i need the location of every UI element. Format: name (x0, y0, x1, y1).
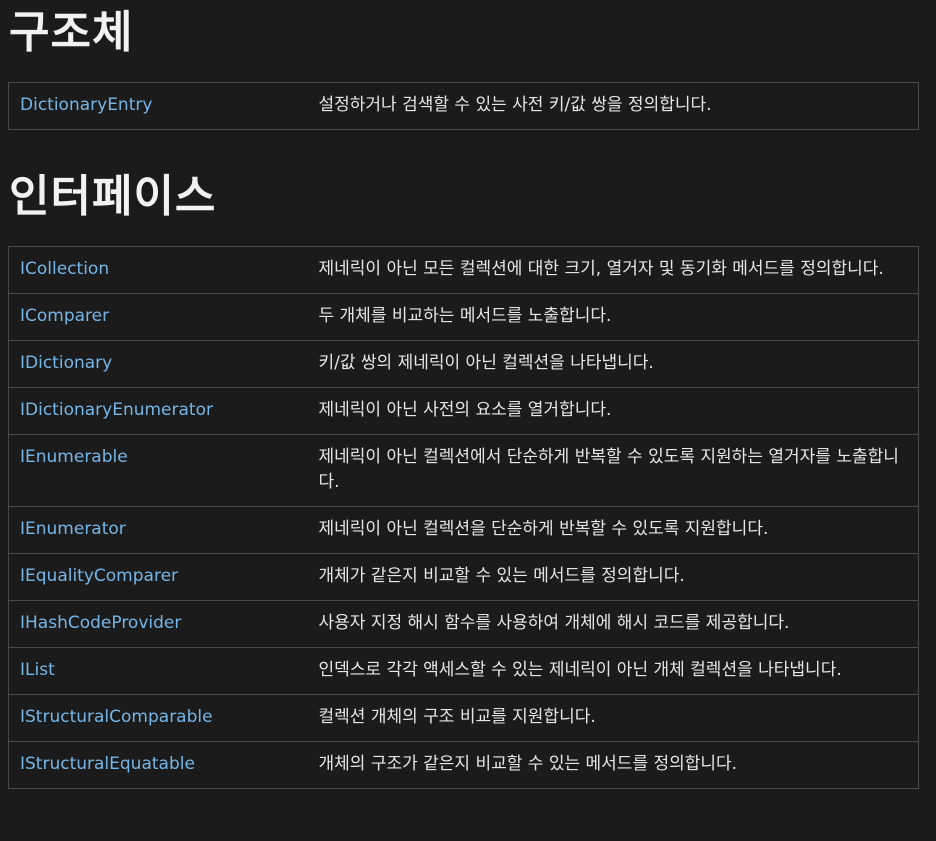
type-description-cell: 키/값 쌍의 제네릭이 아닌 컬렉션을 나타냅니다. (307, 340, 919, 388)
table-row: DictionaryEntry 설정하거나 검색할 수 있는 사전 키/값 쌍을… (8, 82, 919, 130)
type-name-cell: IHashCodeProvider (8, 600, 308, 648)
type-name-cell: IStructuralEquatable (8, 741, 308, 789)
type-link-ienumerator[interactable]: IEnumerator (20, 519, 126, 539)
type-description: 두 개체를 비교하는 메서드를 노출합니다. (318, 306, 612, 326)
type-link-icomparer[interactable]: IComparer (20, 306, 109, 326)
type-description: 개체가 같은지 비교할 수 있는 메서드를 정의합니다. (318, 566, 685, 586)
table-row: IStructuralComparable 컬렉션 개체의 구조 비교를 지원합… (8, 694, 919, 742)
type-link-ilist[interactable]: IList (20, 660, 55, 680)
table-row: IStructuralEquatable 개체의 구조가 같은지 비교할 수 있… (8, 741, 919, 789)
table-row: IEnumerable 제네릭이 아닌 컬렉션에서 단순하게 반복할 수 있도록… (8, 434, 919, 507)
type-description: 제네릭이 아닌 컬렉션에서 단순하게 반복할 수 있도록 지원하는 열거자를 노… (318, 447, 899, 492)
type-name-cell: IComparer (8, 293, 308, 341)
type-description: 제네릭이 아닌 사전의 요소를 열거합니다. (318, 400, 612, 420)
table-row: IEnumerator 제네릭이 아닌 컬렉션을 단순하게 반복할 수 있도록 … (8, 506, 919, 554)
type-link-istructuralequatable[interactable]: IStructuralEquatable (20, 754, 195, 774)
type-name-cell: IEnumerable (8, 434, 308, 507)
type-name-cell: ICollection (8, 246, 308, 294)
type-link-ihashcodeprovider[interactable]: IHashCodeProvider (20, 613, 181, 633)
type-link-idictionary[interactable]: IDictionary (20, 353, 112, 373)
type-description-cell: 인덱스로 각각 액세스할 수 있는 제네릭이 아닌 개체 컬렉션을 나타냅니다. (307, 647, 919, 695)
table-row: IDictionary 키/값 쌍의 제네릭이 아닌 컬렉션을 나타냅니다. (8, 340, 919, 388)
type-description-cell: 제네릭이 아닌 컬렉션에서 단순하게 반복할 수 있도록 지원하는 열거자를 노… (307, 434, 919, 507)
type-link-dictionaryentry[interactable]: DictionaryEntry (20, 95, 152, 115)
type-name-cell: IEqualityComparer (8, 553, 308, 601)
type-link-istructuralcomparable[interactable]: IStructuralComparable (20, 707, 213, 727)
type-name-cell: IDictionary (8, 340, 308, 388)
table-row: IComparer 두 개체를 비교하는 메서드를 노출합니다. (8, 293, 919, 341)
type-description: 컬렉션 개체의 구조 비교를 지원합니다. (318, 707, 596, 727)
type-description-cell: 두 개체를 비교하는 메서드를 노출합니다. (307, 293, 919, 341)
type-description-cell: 개체의 구조가 같은지 비교할 수 있는 메서드를 정의합니다. (307, 741, 919, 789)
type-description-cell: 제네릭이 아닌 사전의 요소를 열거합니다. (307, 387, 919, 435)
type-name-cell: IStructuralComparable (8, 694, 308, 742)
type-description: 키/값 쌍의 제네릭이 아닌 컬렉션을 나타냅니다. (318, 353, 654, 373)
type-link-ienumerable[interactable]: IEnumerable (20, 447, 128, 467)
type-description: 제네릭이 아닌 컬렉션을 단순하게 반복할 수 있도록 지원합니다. (318, 519, 769, 539)
type-name-cell: IEnumerator (8, 506, 308, 554)
type-description: 제네릭이 아닌 모든 컬렉션에 대한 크기, 열거자 및 동기화 메서드를 정의… (318, 259, 884, 279)
table-row: IDictionaryEnumerator 제네릭이 아닌 사전의 요소를 열거… (8, 387, 919, 435)
table-row: IEqualityComparer 개체가 같은지 비교할 수 있는 메서드를 … (8, 553, 919, 601)
structs-heading: 구조체 (9, 7, 134, 58)
type-description: 사용자 지정 해시 함수를 사용하여 개체에 해시 코드를 제공합니다. (318, 613, 790, 633)
type-name-cell: IDictionaryEnumerator (8, 387, 308, 435)
type-link-idictionaryenumerator[interactable]: IDictionaryEnumerator (20, 400, 213, 420)
structs-table: DictionaryEntry 설정하거나 검색할 수 있는 사전 키/값 쌍을… (8, 82, 919, 130)
type-name-cell: DictionaryEntry (8, 82, 308, 130)
table-row: IList 인덱스로 각각 액세스할 수 있는 제네릭이 아닌 개체 컬렉션을 … (8, 647, 919, 695)
type-description-cell: 사용자 지정 해시 함수를 사용하여 개체에 해시 코드를 제공합니다. (307, 600, 919, 648)
type-description-cell: 제네릭이 아닌 컬렉션을 단순하게 반복할 수 있도록 지원합니다. (307, 506, 919, 554)
type-description-cell: 제네릭이 아닌 모든 컬렉션에 대한 크기, 열거자 및 동기화 메서드를 정의… (307, 246, 919, 294)
table-row: ICollection 제네릭이 아닌 모든 컬렉션에 대한 크기, 열거자 및… (8, 246, 919, 294)
type-description: 인덱스로 각각 액세스할 수 있는 제네릭이 아닌 개체 컬렉션을 나타냅니다. (318, 660, 842, 680)
type-description: 개체의 구조가 같은지 비교할 수 있는 메서드를 정의합니다. (318, 754, 738, 774)
type-name-cell: IList (8, 647, 308, 695)
type-description-cell: 개체가 같은지 비교할 수 있는 메서드를 정의합니다. (307, 553, 919, 601)
type-description: 설정하거나 검색할 수 있는 사전 키/값 쌍을 정의합니다. (318, 95, 712, 115)
interfaces-heading: 인터페이스 (9, 171, 217, 222)
interfaces-table: ICollection 제네릭이 아닌 모든 컬렉션에 대한 크기, 열거자 및… (8, 246, 919, 789)
type-link-icollection[interactable]: ICollection (20, 259, 109, 279)
type-link-iequalitycomparer[interactable]: IEqualityComparer (20, 566, 178, 586)
type-description-cell: 설정하거나 검색할 수 있는 사전 키/값 쌍을 정의합니다. (307, 82, 919, 130)
table-row: IHashCodeProvider 사용자 지정 해시 함수를 사용하여 개체에… (8, 600, 919, 648)
type-description-cell: 컬렉션 개체의 구조 비교를 지원합니다. (307, 694, 919, 742)
